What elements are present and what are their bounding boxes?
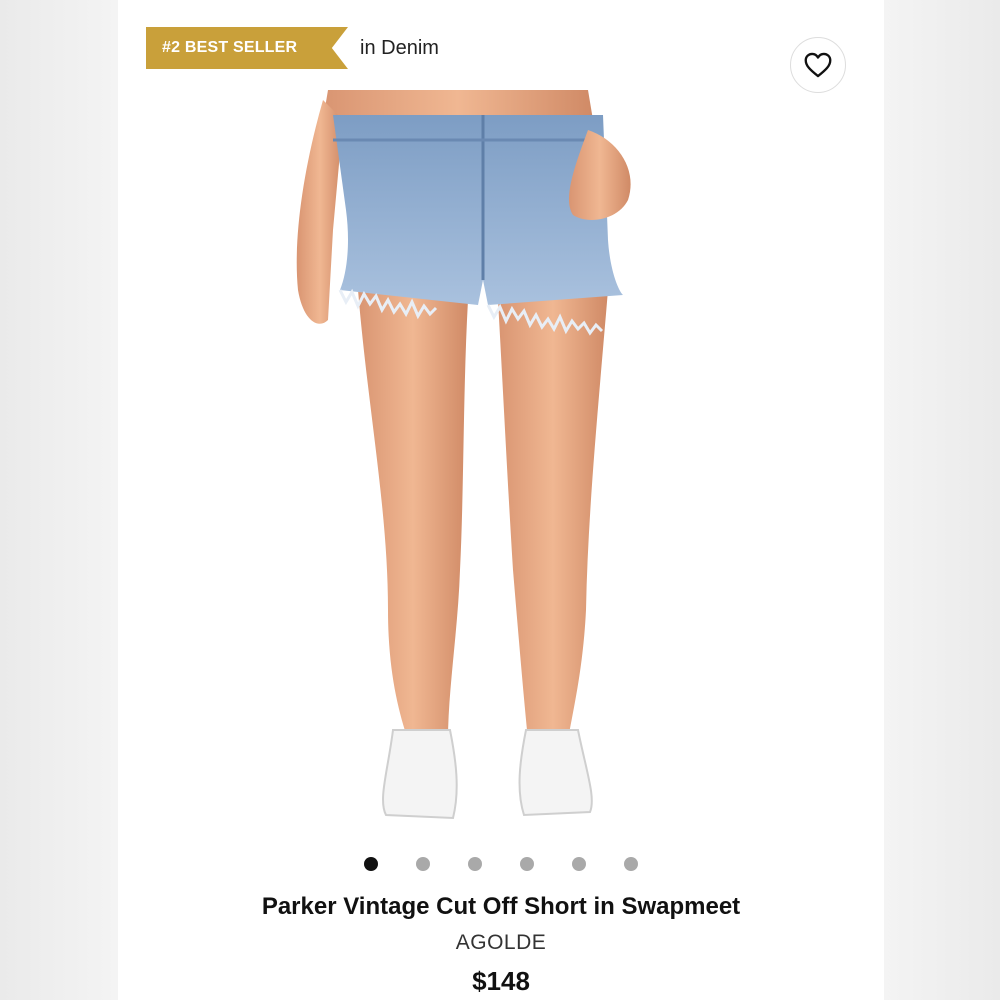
- carousel-dot[interactable]: [572, 857, 586, 871]
- image-carousel-dots: [118, 857, 884, 871]
- carousel-dot[interactable]: [520, 857, 534, 871]
- best-seller-row: #2 BEST SELLER in Denim: [146, 27, 439, 69]
- favorite-button[interactable]: [790, 37, 846, 93]
- product-brand[interactable]: AGOLDE: [118, 931, 884, 955]
- carousel-dot[interactable]: [364, 857, 378, 871]
- best-seller-category[interactable]: in Denim: [360, 37, 439, 60]
- carousel-dot[interactable]: [468, 857, 482, 871]
- page-background-left: [0, 0, 118, 1000]
- heart-icon: [804, 52, 832, 78]
- product-image[interactable]: [288, 90, 688, 840]
- page-background-right: [882, 0, 1000, 1000]
- product-card: #2 BEST SELLER in Denim Parker Vintage C…: [118, 0, 884, 1000]
- carousel-dot[interactable]: [624, 857, 638, 871]
- carousel-dot[interactable]: [416, 857, 430, 871]
- best-seller-badge: #2 BEST SELLER: [146, 27, 348, 69]
- best-seller-label: #2 BEST SELLER: [162, 39, 298, 56]
- product-price: $148: [472, 966, 530, 996]
- product-title: Parker Vintage Cut Off Short in Swapmeet: [261, 893, 741, 920]
